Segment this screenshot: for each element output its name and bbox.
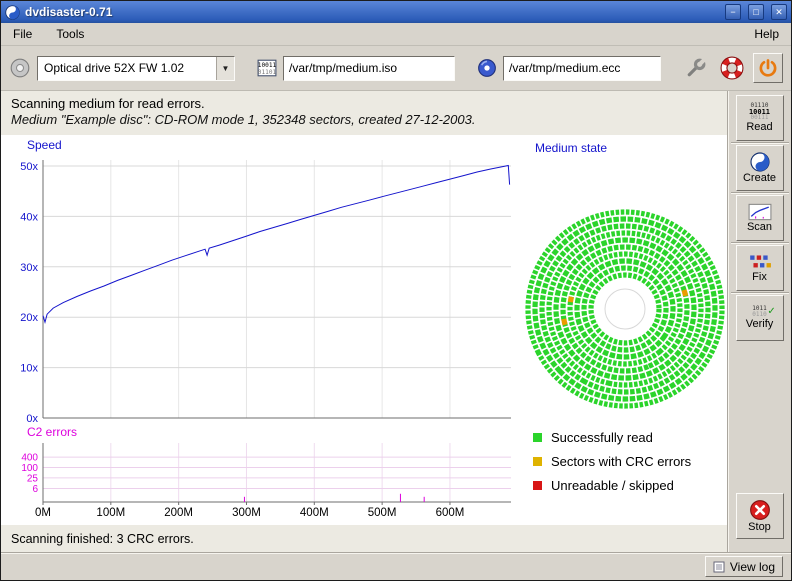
speed-curve xyxy=(43,166,510,323)
svg-text:100M: 100M xyxy=(96,507,125,519)
drive-select-combo[interactable]: Optical drive 52X FW 1.02 ▼ xyxy=(37,56,235,81)
stop-icon xyxy=(749,499,771,521)
lifebuoy-icon xyxy=(720,56,744,80)
svg-text:100: 100 xyxy=(21,463,38,474)
legend-swatch-crc xyxy=(533,457,542,466)
minimize-icon[interactable]: − xyxy=(725,4,741,20)
separator xyxy=(731,292,789,294)
chart-icon xyxy=(748,203,772,221)
verify-button-label: Verify xyxy=(746,319,774,330)
titlebar[interactable]: dvdisaster-0.71 − □ ✕ xyxy=(1,1,791,23)
app-icon[interactable] xyxy=(5,5,20,20)
svg-text:20x: 20x xyxy=(20,312,38,324)
app-window: dvdisaster-0.71 − □ ✕ File Tools Help Op… xyxy=(0,0,792,581)
menu-help[interactable]: Help xyxy=(750,25,783,43)
medium-state-legend: Successfully read Sectors with CRC error… xyxy=(523,425,727,497)
stop-button[interactable]: Stop xyxy=(736,493,784,539)
yin-yang-icon xyxy=(750,152,770,172)
wrench-icon xyxy=(685,57,707,79)
svg-text:30x: 30x xyxy=(20,262,38,274)
scan-button[interactable]: Scan xyxy=(736,195,784,241)
svg-text:01101: 01101 xyxy=(258,69,277,76)
separator xyxy=(731,142,789,144)
maximize-icon[interactable]: □ xyxy=(748,4,764,20)
create-button-label: Create xyxy=(743,173,776,184)
svg-text:0M: 0M xyxy=(35,507,51,519)
svg-text:600M: 600M xyxy=(436,507,465,519)
main-area: Scanning medium for read errors. Medium … xyxy=(1,91,791,552)
menu-tools[interactable]: Tools xyxy=(52,25,88,43)
ecc-path-input[interactable] xyxy=(503,56,661,81)
medium-state-panel: Medium state Successfully read Sectors w… xyxy=(523,135,727,525)
legend-row: Unreadable / skipped xyxy=(533,473,727,497)
svg-text:25: 25 xyxy=(27,473,39,484)
status-line-2: Medium "Example disc": CD-ROM mode 1, 35… xyxy=(11,112,717,127)
legend-swatch-bad xyxy=(533,481,542,490)
binary-icon: 01110 10011 00111 xyxy=(749,103,770,121)
svg-text:Speed: Speed xyxy=(27,138,62,152)
preferences-button[interactable] xyxy=(681,53,711,83)
view-log-label: View log xyxy=(730,560,775,574)
legend-label-crc: Sectors with CRC errors xyxy=(551,454,691,469)
drive-select-value: Optical drive 52X FW 1.02 xyxy=(38,61,216,75)
fix-button-label: Fix xyxy=(752,272,767,283)
svg-text:300M: 300M xyxy=(232,507,261,519)
legend-row: Successfully read xyxy=(533,425,727,449)
scan-result-text: Scanning finished: 3 CRC errors. xyxy=(11,532,194,546)
legend-row: Sectors with CRC errors xyxy=(533,449,727,473)
power-icon xyxy=(758,58,778,78)
scan-button-label: Scan xyxy=(747,222,772,233)
svg-text:40x: 40x xyxy=(20,211,38,223)
charts-area: 0M 100M 200M 300M 400M 500M 600M 0x 10x 20x 30x 40x… xyxy=(1,135,727,525)
help-button[interactable] xyxy=(717,53,747,83)
separator xyxy=(731,242,789,244)
legend-swatch-good xyxy=(533,433,542,442)
chevron-down-icon[interactable]: ▼ xyxy=(216,57,234,80)
svg-text:500M: 500M xyxy=(368,507,397,519)
svg-text:C2 errors: C2 errors xyxy=(27,425,77,439)
stop-button-label: Stop xyxy=(748,522,771,533)
speed-and-c2-plots: 0M 100M 200M 300M 400M 500M 600M 0x 10x 20x 30x 40x… xyxy=(7,135,523,525)
toolbar: Optical drive 52X FW 1.02 ▼ 10011 01101 xyxy=(1,46,791,91)
iso-path-input[interactable] xyxy=(283,56,455,81)
speed-c2-chart: 0M 100M 200M 300M 400M 500M 600M 0x 10x 20x 30x 40x… xyxy=(7,135,523,525)
verify-button[interactable]: 1011 0110 ✓ Verify xyxy=(736,295,784,341)
quit-button[interactable] xyxy=(753,53,783,83)
svg-text:0x: 0x xyxy=(26,413,38,425)
ecc-file-icon xyxy=(477,58,497,78)
svg-text:400M: 400M xyxy=(300,507,329,519)
read-button-label: Read xyxy=(746,122,772,133)
medium-state-disc xyxy=(525,205,725,417)
read-button[interactable]: 01110 10011 00111 Read xyxy=(736,95,784,141)
fix-button[interactable]: Fix xyxy=(736,245,784,291)
log-list-icon xyxy=(713,561,725,573)
svg-text:400: 400 xyxy=(21,453,38,464)
legend-label-bad: Unreadable / skipped xyxy=(551,478,674,493)
scan-result-status: Scanning finished: 3 CRC errors. xyxy=(1,525,727,552)
menubar: File Tools Help xyxy=(1,23,791,46)
svg-text:6: 6 xyxy=(32,484,38,495)
medium-state-title: Medium state xyxy=(523,141,727,159)
window-title: dvdisaster-0.71 xyxy=(25,5,718,19)
iso-file-icon: 10011 01101 xyxy=(257,59,277,77)
action-sidebar: 01110 10011 00111 Read Create xyxy=(727,91,791,552)
svg-text:50x: 50x xyxy=(20,161,38,173)
content-area: Scanning medium for read errors. Medium … xyxy=(1,91,727,552)
check-icon: ✓ xyxy=(767,307,775,317)
create-button[interactable]: Create xyxy=(736,145,784,191)
verify-binary-icon: 1011 0110 ✓ xyxy=(752,306,766,318)
view-log-button[interactable]: View log xyxy=(705,556,783,577)
legend-label-good: Successfully read xyxy=(551,430,653,445)
close-icon[interactable]: ✕ xyxy=(771,4,787,20)
fix-blocks-icon xyxy=(748,253,772,271)
drive-icon xyxy=(9,57,31,79)
status-message-area: Scanning medium for read errors. Medium … xyxy=(1,91,727,135)
menu-file[interactable]: File xyxy=(9,25,36,43)
separator xyxy=(731,192,789,194)
svg-text:200M: 200M xyxy=(164,507,193,519)
status-line-1: Scanning medium for read errors. xyxy=(11,96,717,111)
svg-text:10x: 10x xyxy=(20,363,38,375)
statusbar: View log xyxy=(1,552,791,580)
